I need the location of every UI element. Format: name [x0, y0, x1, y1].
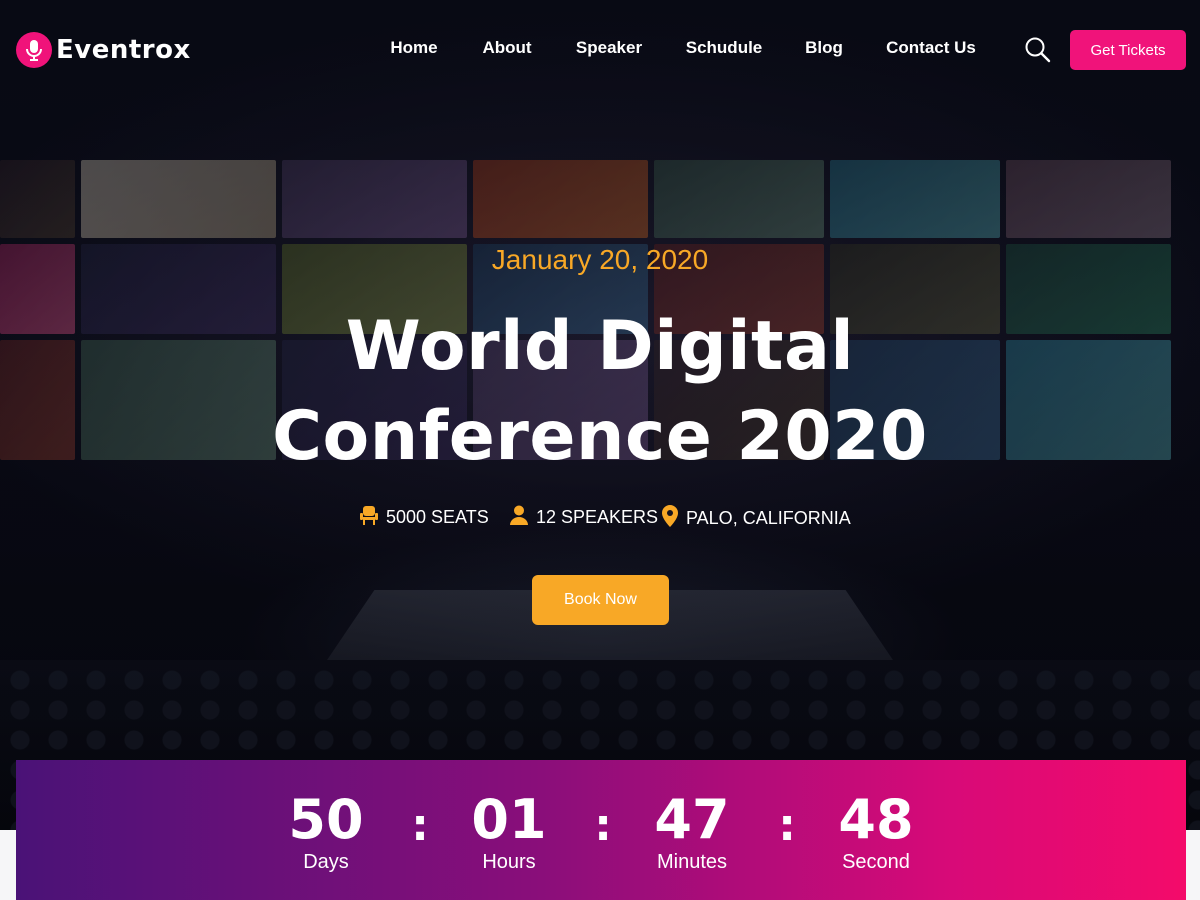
meta-speakers: 12 SPEAKERS	[510, 505, 658, 530]
countdown-seconds-value: 48	[838, 788, 914, 851]
countdown-separator: :	[411, 800, 429, 851]
get-tickets-button[interactable]: Get Tickets	[1070, 30, 1186, 70]
countdown-minutes-value: 47	[654, 788, 730, 851]
nav-item-speaker[interactable]: Speaker	[576, 38, 642, 58]
location-pin-icon	[662, 505, 678, 532]
nav-item-schedule[interactable]: Schudule	[686, 38, 763, 58]
event-title: World Digital Conference 2020	[0, 302, 1200, 482]
meta-seats: 5000 SEATS	[360, 505, 489, 530]
main-nav: Home About Speaker Schudule Blog Contact…	[0, 38, 1200, 62]
meta-location-text: PALO, CALIFORNIA	[686, 508, 851, 528]
nav-item-about[interactable]: About	[482, 38, 531, 58]
countdown-separator: :	[778, 800, 796, 851]
event-title-line2: Conference 2020	[272, 397, 928, 476]
book-now-button[interactable]: Book Now	[532, 575, 669, 625]
countdown-days-value: 50	[288, 788, 364, 851]
countdown-hours-value: 01	[471, 788, 547, 851]
meta-location: PALO, CALIFORNIA	[662, 505, 851, 532]
countdown-bar: 50 Days : 01 Hours : 47 Minutes : 48 Sec…	[16, 760, 1186, 900]
meta-seats-text: 5000 SEATS	[386, 507, 489, 527]
event-meta: 5000 SEATS 12 SPEAKERS PALO, CALIFORNIA	[0, 505, 1200, 531]
nav-item-home[interactable]: Home	[390, 38, 437, 58]
countdown-days-label: Days	[303, 851, 349, 873]
search-icon[interactable]	[1024, 36, 1052, 64]
user-icon	[510, 505, 528, 530]
countdown-hours-label: Hours	[482, 851, 536, 873]
event-date: January 20, 2020	[491, 244, 709, 275]
site-header: Eventrox Home About Speaker Schudule Blo…	[0, 0, 1200, 100]
nav-item-blog[interactable]: Blog	[805, 38, 843, 58]
event-title-line1: World Digital	[345, 307, 855, 386]
seat-icon	[360, 505, 378, 530]
meta-speakers-text: 12 SPEAKERS	[536, 507, 659, 527]
nav-item-contact[interactable]: Contact Us	[886, 38, 976, 58]
countdown-seconds-label: Second	[842, 851, 910, 873]
countdown-separator: :	[594, 800, 612, 851]
countdown-minutes-label: Minutes	[656, 851, 728, 873]
